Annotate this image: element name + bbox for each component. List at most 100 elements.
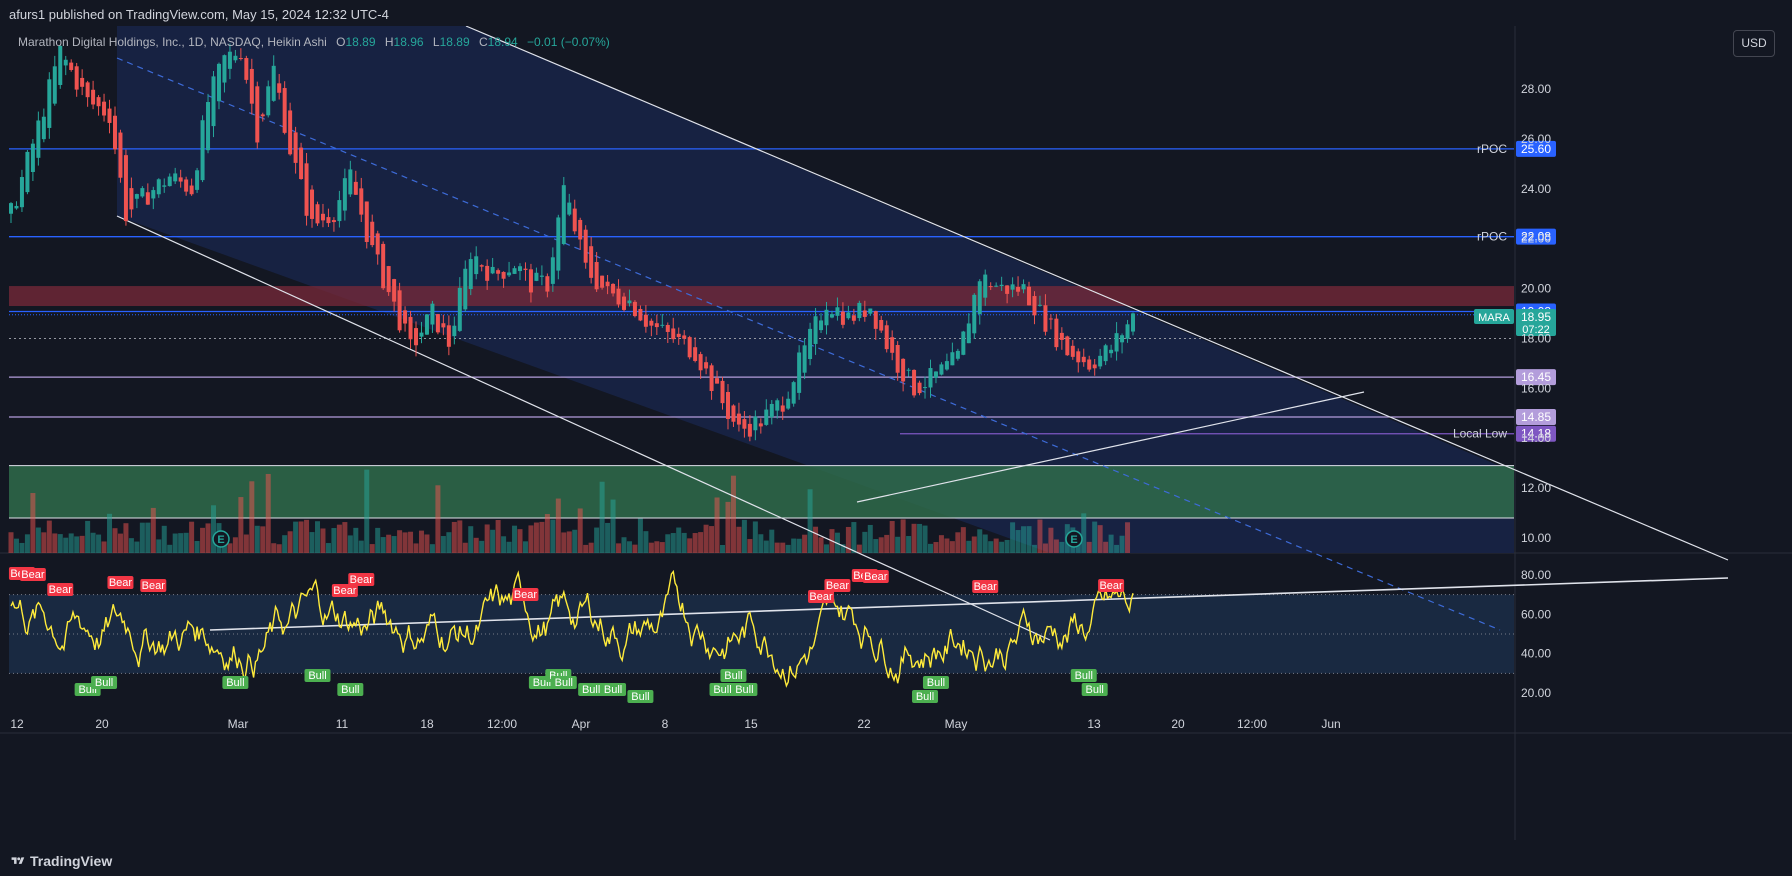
candle-body: [408, 316, 413, 340]
price-axis-tick: 20.00: [1521, 282, 1551, 296]
volume-bar: [818, 537, 824, 553]
candle-body: [851, 315, 856, 321]
candle-body: [1043, 305, 1048, 332]
publish-text: afurs1 published on TradingView.com, May…: [9, 7, 389, 22]
bull-signal-label: Bull: [95, 677, 113, 689]
candle-body: [528, 269, 533, 293]
volume-bar: [172, 533, 178, 553]
oscillator-axis-tick: 40.00: [1521, 647, 1551, 661]
chart-canvas[interactable]: rPOC25.60rPOC22.0819.0816.4514.85Local L…: [0, 0, 1792, 876]
candle-body: [550, 257, 555, 284]
bull-signal-label: Bull: [1075, 670, 1093, 682]
candle-body: [654, 323, 659, 328]
volume-bar: [418, 530, 424, 553]
candle-body: [923, 387, 928, 389]
volume-bar: [895, 536, 901, 553]
candle-body: [364, 201, 369, 242]
volume-bar: [271, 543, 277, 553]
candle-body: [1065, 336, 1070, 356]
candle-body: [676, 333, 681, 338]
candle-body: [1016, 287, 1021, 292]
volume-bar: [501, 536, 507, 553]
volume-bar: [648, 542, 654, 553]
volume-bar: [353, 527, 359, 553]
volume-bar: [550, 519, 556, 553]
candle-body: [736, 413, 741, 425]
volume-bar: [714, 497, 720, 553]
candle-body: [430, 303, 435, 325]
volume-bar: [873, 539, 879, 553]
volume-bar: [232, 537, 238, 553]
candle-body: [457, 287, 462, 331]
volume-bar: [654, 541, 660, 553]
volume-bar: [736, 526, 742, 553]
volume-bar: [479, 540, 485, 553]
volume-bar: [35, 527, 41, 553]
bear-signal-label: Bear: [350, 574, 374, 586]
volume-bar: [139, 522, 145, 553]
candle-body: [999, 284, 1004, 287]
candle-body: [501, 271, 506, 279]
symbol-tag-label: MARA: [1478, 312, 1510, 324]
candle-body: [91, 89, 96, 105]
volume-bar: [183, 532, 189, 553]
volume-bar: [205, 523, 211, 553]
candle-body: [331, 220, 336, 223]
volume-bar: [807, 489, 813, 553]
candle-body: [134, 194, 139, 199]
candle-body: [611, 283, 616, 294]
bull-signal-label: Bull: [631, 691, 649, 703]
volume-bar: [260, 526, 266, 553]
candle-body: [266, 86, 271, 116]
tradingview-logo: TradingView: [10, 853, 112, 869]
candle-body: [583, 229, 588, 263]
volume-bar: [161, 525, 167, 553]
candle-body: [972, 294, 977, 334]
volume-bar: [1037, 519, 1043, 553]
volume-bar: [52, 533, 58, 553]
volume-bar: [134, 541, 140, 553]
candle-body: [441, 323, 446, 328]
candle-body: [895, 344, 900, 373]
candle-body: [52, 66, 57, 104]
price-axis-tick: 24.00: [1521, 182, 1551, 196]
volume-bar: [1086, 541, 1092, 553]
volume-bar: [758, 534, 764, 553]
candle-body: [41, 116, 46, 140]
bull-signal-label: Bull: [724, 670, 742, 682]
candle-body: [1054, 318, 1059, 348]
candle-body: [840, 311, 845, 325]
volume-bar: [572, 529, 578, 553]
volume-bar: [408, 531, 414, 553]
candle-body: [988, 286, 993, 288]
candle-body: [539, 275, 544, 277]
volume-bar: [780, 542, 786, 553]
volume-bar: [703, 524, 709, 553]
volume-bar: [977, 529, 983, 553]
currency-button[interactable]: USD: [1733, 30, 1775, 57]
candle-body: [123, 155, 128, 222]
candle-body: [955, 350, 960, 359]
candle-body: [490, 266, 495, 274]
time-axis-tick: Apr: [572, 717, 591, 731]
candle-body: [1037, 304, 1042, 306]
bull-signal-label: Bull: [916, 691, 934, 703]
candle-body: [1109, 349, 1114, 354]
candle-body: [326, 217, 331, 224]
volume-bar: [670, 533, 676, 553]
volume-bar: [1004, 539, 1010, 553]
candle-body: [884, 325, 889, 350]
volume-bar: [665, 534, 671, 553]
candle-body: [1076, 351, 1081, 363]
candle-body: [419, 332, 424, 337]
volume-bar: [391, 536, 397, 553]
candle-body: [704, 362, 709, 369]
publish-header: afurs1 published on TradingView.com, May…: [0, 0, 1792, 26]
candle-body: [534, 272, 539, 281]
volume-bar: [495, 519, 501, 553]
candle-body: [775, 400, 780, 411]
volume-bar: [435, 485, 441, 553]
volume-bar: [725, 501, 731, 553]
candle-body: [572, 208, 577, 232]
volume-bar: [659, 542, 665, 553]
